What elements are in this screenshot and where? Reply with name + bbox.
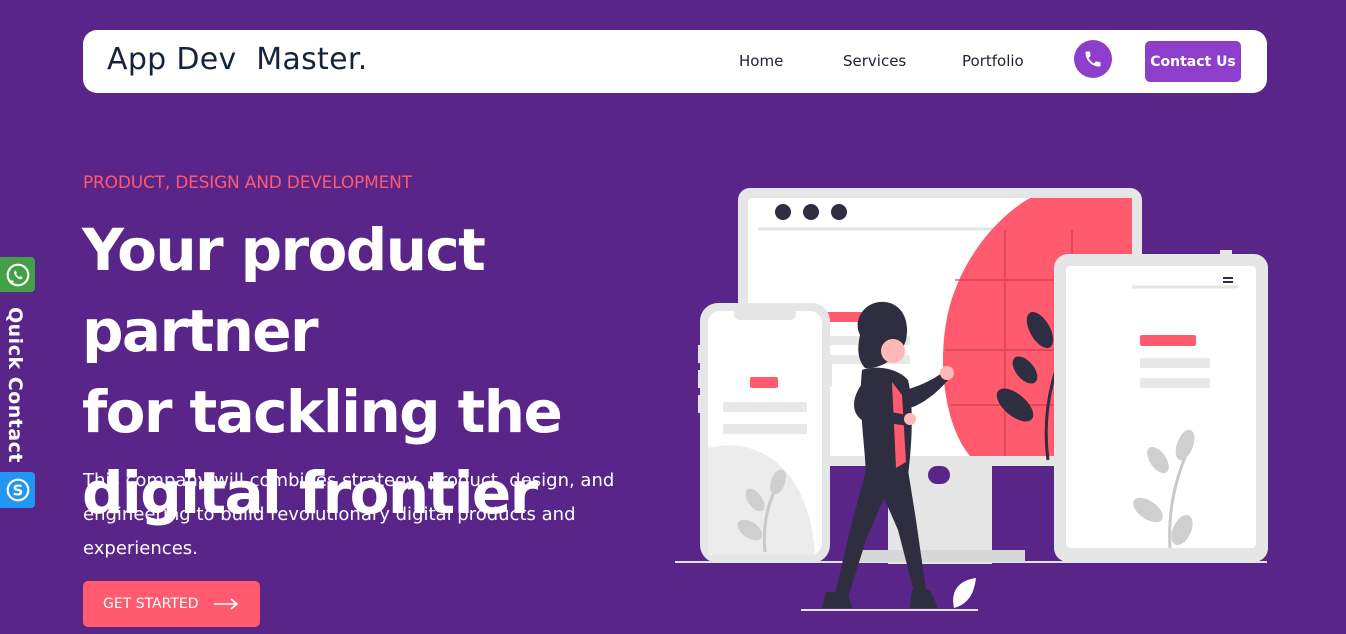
hero-eyebrow: PRODUCT, DESIGN AND DEVELOPMENT	[83, 173, 412, 193]
quick-contact-tab[interactable]: Quick Contact	[0, 295, 35, 467]
svg-text:S: S	[12, 481, 23, 499]
get-started-button[interactable]: GET STARTED	[83, 581, 260, 627]
contact-us-button[interactable]: Contact Us	[1145, 41, 1241, 82]
arrow-right-icon	[213, 598, 239, 610]
headline-line-1: Your product partner	[82, 216, 486, 365]
brand-logo[interactable]: App Dev Master.	[107, 42, 368, 77]
whatsapp-icon	[6, 263, 29, 286]
headline-line-2: for tackling the	[82, 378, 563, 446]
nav-link-portfolio[interactable]: Portfolio	[962, 52, 1024, 70]
brand-name-part2: Master.	[256, 42, 368, 77]
skype-button[interactable]: S	[0, 472, 35, 508]
get-started-label: GET STARTED	[103, 596, 199, 612]
tablet-illustration	[1054, 250, 1268, 562]
whatsapp-button[interactable]	[0, 257, 35, 292]
hero-illustration	[675, 188, 1268, 611]
nav-link-services[interactable]: Services	[843, 52, 906, 70]
hero-description: This company will combines strategy, pro…	[83, 470, 615, 559]
phone-button[interactable]	[1074, 40, 1112, 78]
phone-illustration	[698, 303, 832, 563]
skype-icon: S	[6, 478, 29, 502]
navbar: App Dev Master. Home Services Portfolio …	[83, 30, 1267, 93]
brand-name-part1: App Dev	[107, 42, 237, 77]
nav-link-home[interactable]: Home	[739, 52, 783, 70]
quick-contact-label: Quick Contact	[4, 307, 26, 463]
phone-icon	[1085, 51, 1101, 67]
